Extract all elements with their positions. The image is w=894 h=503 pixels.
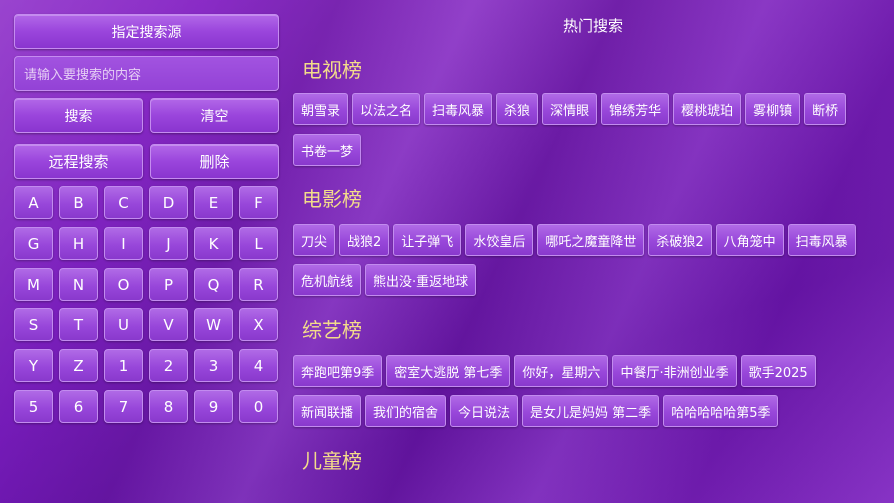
hot-tag[interactable]: 扫毒风暴	[424, 93, 493, 125]
hot-tag[interactable]: 奔跑吧第9季	[293, 355, 383, 387]
hot-tag[interactable]: 书卷一梦	[293, 134, 362, 166]
section-title-kids: 儿童榜	[302, 449, 362, 473]
hot-tag[interactable]: 新闻联播	[293, 395, 362, 427]
hot-tag[interactable]: 密室大逃脱 第七季	[386, 355, 511, 387]
key-s[interactable]: S	[14, 308, 53, 341]
key-d[interactable]: D	[149, 186, 188, 219]
key-l[interactable]: L	[239, 227, 278, 260]
key-c[interactable]: C	[104, 186, 143, 219]
key-o[interactable]: O	[104, 268, 143, 301]
hot-tag[interactable]: 我们的宿舍	[365, 395, 447, 427]
key-g[interactable]: G	[14, 227, 53, 260]
hot-tag[interactable]: 危机航线	[293, 264, 362, 296]
key-q[interactable]: Q	[194, 268, 233, 301]
hot-tag[interactable]: 哈哈哈哈哈第5季	[663, 395, 779, 427]
hot-tag[interactable]: 锦绣芳华	[601, 93, 670, 125]
key-e[interactable]: E	[194, 186, 233, 219]
key-y[interactable]: Y	[14, 349, 53, 382]
hot-search-title: 热门搜索	[562, 17, 623, 35]
key-v[interactable]: V	[149, 308, 188, 341]
key-a[interactable]: A	[14, 186, 53, 219]
hot-tag[interactable]: 你好，星期六	[514, 355, 609, 387]
tag-row-variety-2: 新闻联播 我们的宿舍 今日说法 是女儿是妈妈 第二季 哈哈哈哈哈第5季	[293, 395, 779, 427]
hot-tag[interactable]: 哪吒之魔童降世	[537, 224, 645, 256]
key-k[interactable]: K	[194, 227, 233, 260]
remote-search-button[interactable]: 远程搜索	[14, 144, 143, 179]
tag-row-movie-2: 危机航线 熊出没·重返地球	[293, 264, 477, 296]
search-input[interactable]: 请输入要搜索的内容	[14, 56, 279, 91]
key-4[interactable]: 4	[239, 349, 278, 382]
key-h[interactable]: H	[59, 227, 98, 260]
hot-tag[interactable]: 杀破狼2	[648, 224, 712, 256]
key-0[interactable]: 0	[239, 390, 278, 423]
key-u[interactable]: U	[104, 308, 143, 341]
key-m[interactable]: M	[14, 268, 53, 301]
hot-tag[interactable]: 战狼2	[339, 224, 390, 256]
hot-tag[interactable]: 八角笼中	[715, 224, 784, 256]
key-n[interactable]: N	[59, 268, 98, 301]
key-j[interactable]: J	[149, 227, 188, 260]
hot-tag[interactable]: 杀狼	[496, 93, 539, 125]
hot-tag[interactable]: 是女儿是妈妈 第二季	[522, 395, 660, 427]
hot-tag[interactable]: 断桥	[804, 93, 847, 125]
source-select-button[interactable]: 指定搜索源	[14, 14, 279, 49]
key-5[interactable]: 5	[14, 390, 53, 423]
key-7[interactable]: 7	[104, 390, 143, 423]
delete-button[interactable]: 删除	[150, 144, 279, 179]
hot-tag[interactable]: 樱桃琥珀	[673, 93, 742, 125]
key-9[interactable]: 9	[194, 390, 233, 423]
section-title-tv: 电视榜	[302, 58, 362, 82]
hot-tag[interactable]: 刀尖	[293, 224, 336, 256]
key-3[interactable]: 3	[194, 349, 233, 382]
key-i[interactable]: I	[104, 227, 143, 260]
tag-row-tv-1: 朝雪录 以法之名 扫毒风暴 杀狼 深情眼 锦绣芳华 樱桃琥珀 雾柳镇 断桥	[293, 93, 847, 125]
hot-tag[interactable]: 中餐厅·非洲创业季	[612, 355, 737, 387]
key-p[interactable]: P	[149, 268, 188, 301]
clear-button[interactable]: 清空	[150, 98, 279, 133]
key-w[interactable]: W	[194, 308, 233, 341]
hot-tag[interactable]: 歌手2025	[740, 355, 816, 387]
key-6[interactable]: 6	[59, 390, 98, 423]
tag-row-movie-1: 刀尖 战狼2 让子弹飞 水饺皇后 哪吒之魔童降世 杀破狼2 八角笼中 扫毒风暴	[293, 224, 856, 256]
hot-tag[interactable]: 深情眼	[542, 93, 598, 125]
key-2[interactable]: 2	[149, 349, 188, 382]
hot-tag[interactable]: 熊出没·重返地球	[365, 264, 477, 296]
key-1[interactable]: 1	[104, 349, 143, 382]
search-button[interactable]: 搜索	[14, 98, 143, 133]
key-b[interactable]: B	[59, 186, 98, 219]
tag-row-tv-2: 书卷一梦	[293, 134, 362, 166]
section-title-variety: 综艺榜	[302, 318, 362, 342]
key-f[interactable]: F	[239, 186, 278, 219]
hot-tag[interactable]: 雾柳镇	[745, 93, 801, 125]
section-title-movie: 电影榜	[302, 187, 362, 211]
key-r[interactable]: R	[239, 268, 278, 301]
hot-tag[interactable]: 今日说法	[450, 395, 519, 427]
key-t[interactable]: T	[59, 308, 98, 341]
hot-tag[interactable]: 朝雪录	[293, 93, 349, 125]
hot-tag[interactable]: 水饺皇后	[465, 224, 534, 256]
hot-tag[interactable]: 扫毒风暴	[787, 224, 856, 256]
hot-tag[interactable]: 让子弹飞	[393, 224, 462, 256]
hot-tag[interactable]: 以法之名	[352, 93, 421, 125]
key-z[interactable]: Z	[59, 349, 98, 382]
tag-row-variety-1: 奔跑吧第9季 密室大逃脱 第七季 你好，星期六 中餐厅·非洲创业季 歌手2025	[293, 355, 816, 387]
key-x[interactable]: X	[239, 308, 278, 341]
key-8[interactable]: 8	[149, 390, 188, 423]
